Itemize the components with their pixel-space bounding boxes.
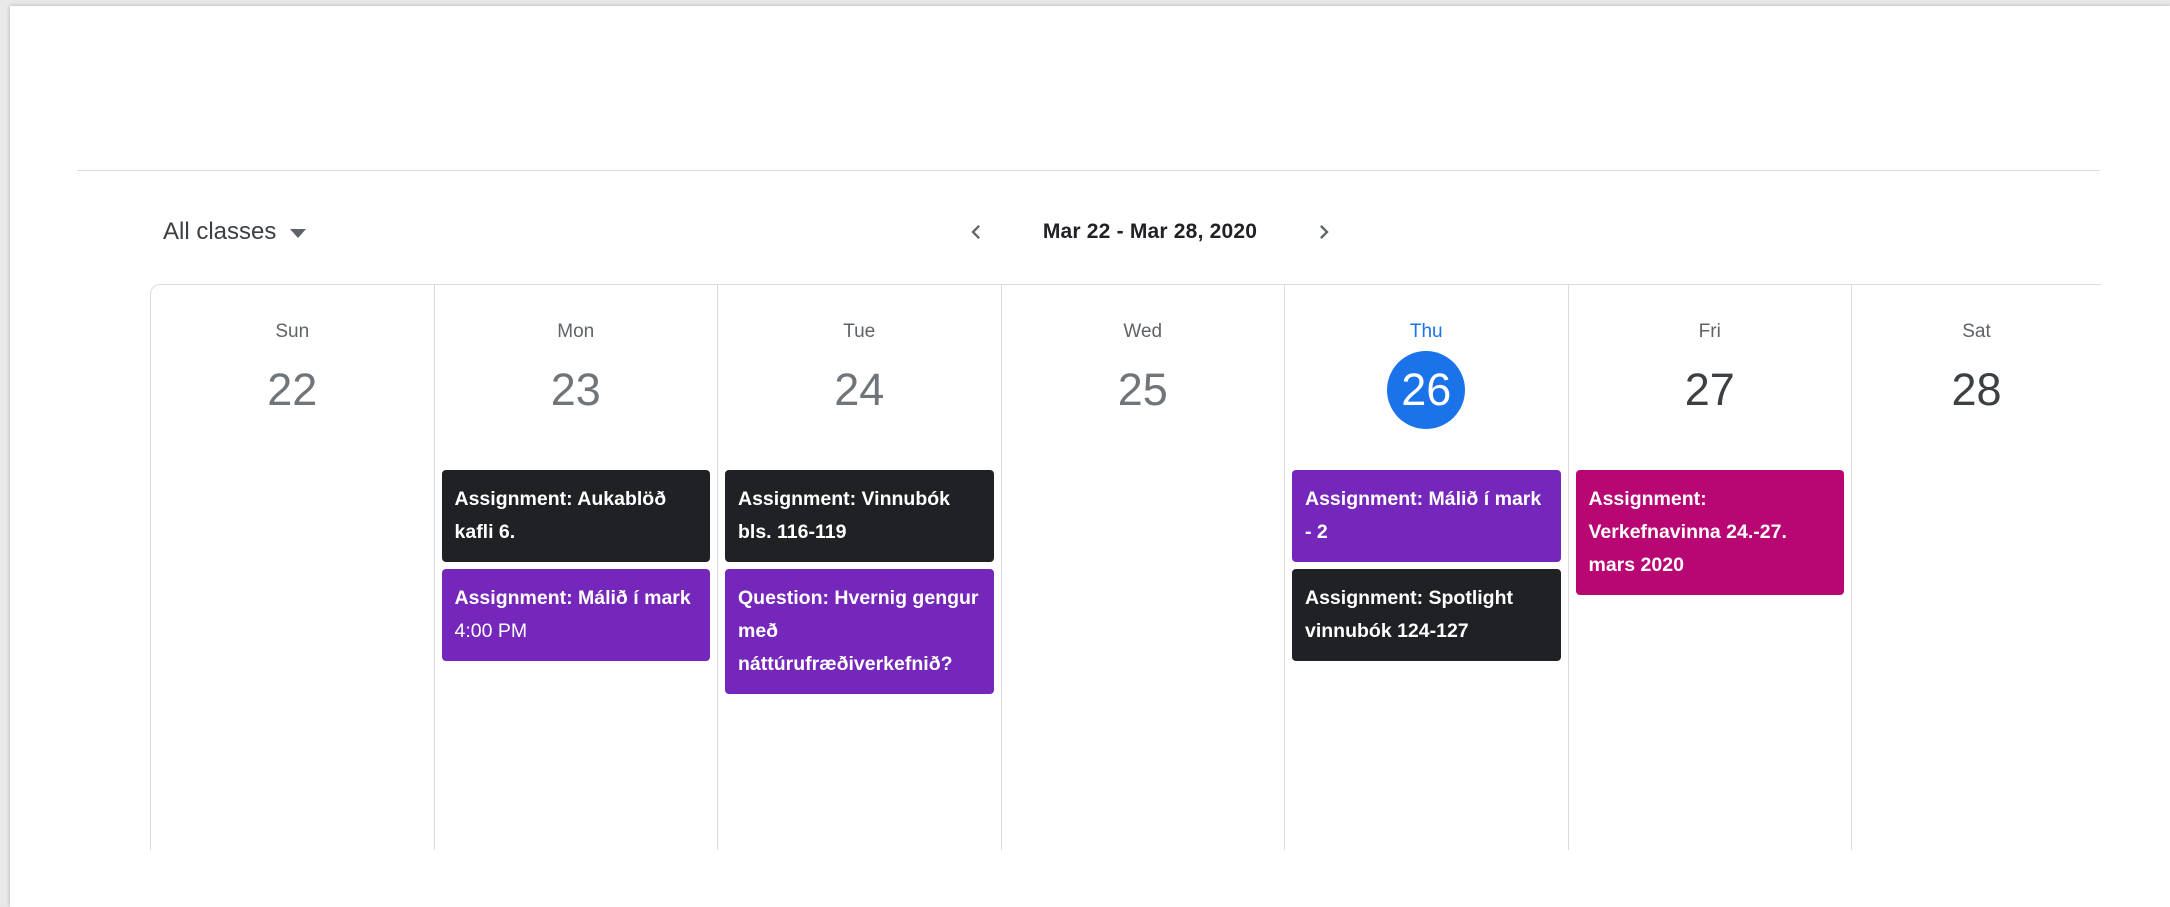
- class-filter-label: All classes: [163, 218, 277, 245]
- day-column-mon: Mon 23 Assignment: Aukablöð kafli 6. Ass…: [435, 285, 718, 850]
- event-card[interactable]: Assignment: Spotlight vinnubók 124-127: [1292, 569, 1561, 661]
- event-card[interactable]: Assignment: Verkefnavinna 24.-27. mars 2…: [1575, 470, 1844, 595]
- class-filter-dropdown[interactable]: All classes: [163, 212, 307, 252]
- day-column-sat: Sat 28: [1852, 285, 2101, 850]
- day-of-week: Fri: [1698, 321, 1721, 342]
- day-of-week: Sun: [275, 321, 310, 342]
- chevron-left-icon: [971, 225, 980, 239]
- event-title: Question: Hvernig gengur með náttúrufræð…: [738, 587, 979, 675]
- day-of-week: Mon: [557, 321, 595, 342]
- next-week-button[interactable]: [1298, 206, 1350, 258]
- caret-down-icon: [290, 228, 307, 238]
- day-column-wed: Wed 25: [1002, 285, 1285, 850]
- event-card[interactable]: Assignment: Vinnubók bls. 116-119: [725, 470, 994, 562]
- day-number: 23: [550, 364, 601, 415]
- week-range-label: Mar 22 - Mar 28, 2020: [1042, 220, 1258, 243]
- day-number: 28: [1951, 364, 2002, 415]
- event-list: Assignment: Málið í mark - 2 Assignment:…: [1292, 470, 1561, 661]
- day-of-week: Wed: [1123, 321, 1163, 342]
- event-title: Assignment: Málið í mark: [454, 587, 691, 609]
- event-card[interactable]: Assignment: Aukablöð kafli 6.: [441, 470, 710, 562]
- event-list: Assignment: Vinnubók bls. 116-119 Questi…: [725, 470, 994, 694]
- event-title: Assignment: Verkefnavinna 24.-27. mars 2…: [1588, 488, 1787, 576]
- event-title: Assignment: Aukablöð kafli 6.: [454, 488, 667, 543]
- previous-week-button[interactable]: [950, 206, 1002, 258]
- day-number: 25: [1117, 364, 1168, 415]
- event-title: Assignment: Málið í mark - 2: [1305, 488, 1542, 543]
- day-column-thu: Thu 26 Assignment: Málið í mark - 2 Assi…: [1285, 285, 1569, 850]
- day-of-week: Sat: [1962, 321, 1991, 342]
- event-card[interactable]: Assignment: Málið í mark - 2: [1292, 470, 1561, 562]
- top-divider: [77, 170, 2100, 171]
- chevron-right-icon: [1320, 225, 1329, 239]
- event-time: 4:00 PM: [454, 620, 528, 642]
- event-card[interactable]: Assignment: Málið í mark 4:00 PM: [441, 569, 710, 661]
- day-number: 24: [834, 364, 885, 415]
- day-column-sun: Sun 22: [151, 285, 435, 850]
- event-title: Assignment: Spotlight vinnubók 124-127: [1305, 587, 1513, 642]
- day-column-tue: Tue 24 Assignment: Vinnubók bls. 116-119…: [718, 285, 1002, 850]
- classwork-calendar-page: All classes Mar 22 - Mar 28, 2020 Sun 22…: [10, 6, 2170, 907]
- day-number: 22: [267, 364, 318, 415]
- day-column-fri: Fri 27 Assignment: Verkefnavinna 24.-27.…: [1569, 285, 1852, 850]
- event-list: Assignment: Verkefnavinna 24.-27. mars 2…: [1575, 470, 1844, 595]
- event-title: Assignment: Vinnubók bls. 116-119: [738, 488, 950, 543]
- today-day-number: 26: [1387, 351, 1466, 429]
- day-number: 27: [1684, 364, 1735, 415]
- day-of-week: Tue: [843, 321, 876, 342]
- event-list: Assignment: Aukablöð kafli 6. Assignment…: [441, 470, 710, 661]
- week-navigation: Mar 22 - Mar 28, 2020: [950, 206, 1350, 258]
- event-card[interactable]: Question: Hvernig gengur með náttúrufræð…: [725, 569, 994, 694]
- week-grid: Sun 22 Mon 23 Assignment: Aukablöð kafli…: [150, 284, 2101, 850]
- day-of-week: Thu: [1409, 321, 1443, 342]
